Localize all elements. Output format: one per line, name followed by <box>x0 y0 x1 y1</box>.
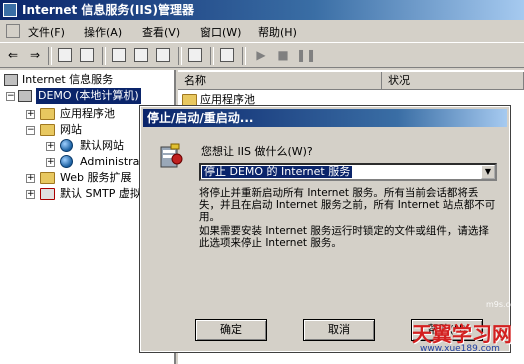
expand-icon[interactable]: + <box>46 158 55 167</box>
toolbar-separator <box>210 47 214 65</box>
tree-label: Web 服务扩展 <box>60 171 132 184</box>
tree-label: Internet 信息服务 <box>22 73 114 86</box>
export-icon[interactable] <box>154 46 172 64</box>
selected-option: 停止 DEMO 的 Internet 服务 <box>202 165 353 178</box>
expand-icon[interactable]: + <box>26 190 35 199</box>
stop-icon[interactable]: ■ <box>274 46 292 64</box>
collapse-icon[interactable]: − <box>6 92 15 101</box>
forward-icon[interactable]: ⇒ <box>26 46 44 64</box>
cancel-button[interactable]: 取消 <box>303 319 375 341</box>
window-titlebar: Internet 信息服务(IIS)管理器 <box>0 0 524 20</box>
iis-app-icon <box>3 3 17 17</box>
menu-window[interactable]: 窗口(W) <box>200 24 241 40</box>
description-restart: 将停止并重新启动所有 Internet 服务。所有当前会话都将丢失，并且在启动 … <box>199 187 496 223</box>
dialog-title: 停止/启动/重启动... <box>143 109 507 127</box>
window-title: Internet 信息服务(IIS)管理器 <box>22 3 194 17</box>
tree-label: 应用程序池 <box>60 107 115 120</box>
column-header-status[interactable]: 状况 <box>382 72 524 90</box>
tree-label: 默认 SMTP 虚拟 <box>60 187 141 200</box>
mmc-icon[interactable] <box>6 24 20 38</box>
up-icon[interactable] <box>56 46 74 64</box>
menu-action[interactable]: 操作(A) <box>84 24 122 40</box>
toolbar: ⇐ ⇒ ▶ ■ ❚❚ <box>0 42 524 68</box>
tree-node-computer[interactable]: − DEMO (本地计算机) <box>0 88 174 104</box>
tree-label: 默认网站 <box>80 139 124 152</box>
menu-bar: 文件(F) 操作(A) 查看(V) 窗口(W) 帮助(H) <box>0 20 524 42</box>
tree-node-iis-root[interactable]: Internet 信息服务 <box>0 72 174 88</box>
iis-icon <box>4 74 18 86</box>
watermark-url: www.xue189.com <box>420 344 500 354</box>
refresh-icon[interactable] <box>132 46 150 64</box>
stop-start-restart-dialog: 停止/启动/重启动... 您想让 IIS 做什么(W)? 停止 DEMO 的 I… <box>139 105 511 353</box>
menu-file[interactable]: 文件(F) <box>28 24 65 40</box>
play-icon[interactable]: ▶ <box>252 46 270 64</box>
tree-label: DEMO (本地计算机) <box>36 88 141 104</box>
computer-icon <box>18 90 32 102</box>
iis-action-select[interactable]: 停止 DEMO 的 Internet 服务 ▼ <box>199 163 497 181</box>
watermark-small: m9s.com <box>486 300 523 309</box>
show-hide-tree-icon[interactable] <box>78 46 96 64</box>
dialog-question: 您想让 IIS 做什么(W)? <box>201 145 313 158</box>
properties-icon[interactable] <box>110 46 128 64</box>
column-header-name[interactable]: 名称 <box>178 72 382 90</box>
server-icon <box>160 143 183 168</box>
back-icon[interactable]: ⇐ <box>4 46 22 64</box>
help-icon[interactable] <box>186 46 204 64</box>
website-globe-icon <box>60 139 73 152</box>
folder-icon <box>40 108 55 120</box>
tree-label: Administra <box>80 155 140 168</box>
menu-view[interactable]: 查看(V) <box>142 24 180 40</box>
description-stop: 如果需要安装 Internet 服务运行时锁定的文件或组件，请选择此选项来停止 … <box>199 225 489 249</box>
ok-button[interactable]: 确定 <box>195 319 267 341</box>
pause-icon[interactable]: ❚❚ <box>296 46 316 64</box>
expand-icon[interactable]: + <box>26 174 35 183</box>
collapse-icon[interactable]: − <box>26 126 35 135</box>
tree-label: 网站 <box>60 123 82 136</box>
toolbar-separator <box>102 47 106 65</box>
toolbar-separator <box>48 47 52 65</box>
folder-icon <box>40 124 55 136</box>
folder-icon <box>40 172 55 184</box>
watermark-brand: 天翼学习网 <box>412 322 512 346</box>
toolbar-separator <box>178 47 182 65</box>
smtp-stopped-icon <box>40 188 55 200</box>
menu-help[interactable]: 帮助(H) <box>258 24 297 40</box>
expand-icon[interactable]: + <box>26 110 35 119</box>
toolbar-separator <box>242 47 246 65</box>
chevron-down-icon[interactable]: ▼ <box>481 165 495 179</box>
folder-icon <box>182 94 197 106</box>
console-icon[interactable] <box>218 46 236 64</box>
website-globe-icon <box>60 155 73 168</box>
expand-icon[interactable]: + <box>46 142 55 151</box>
